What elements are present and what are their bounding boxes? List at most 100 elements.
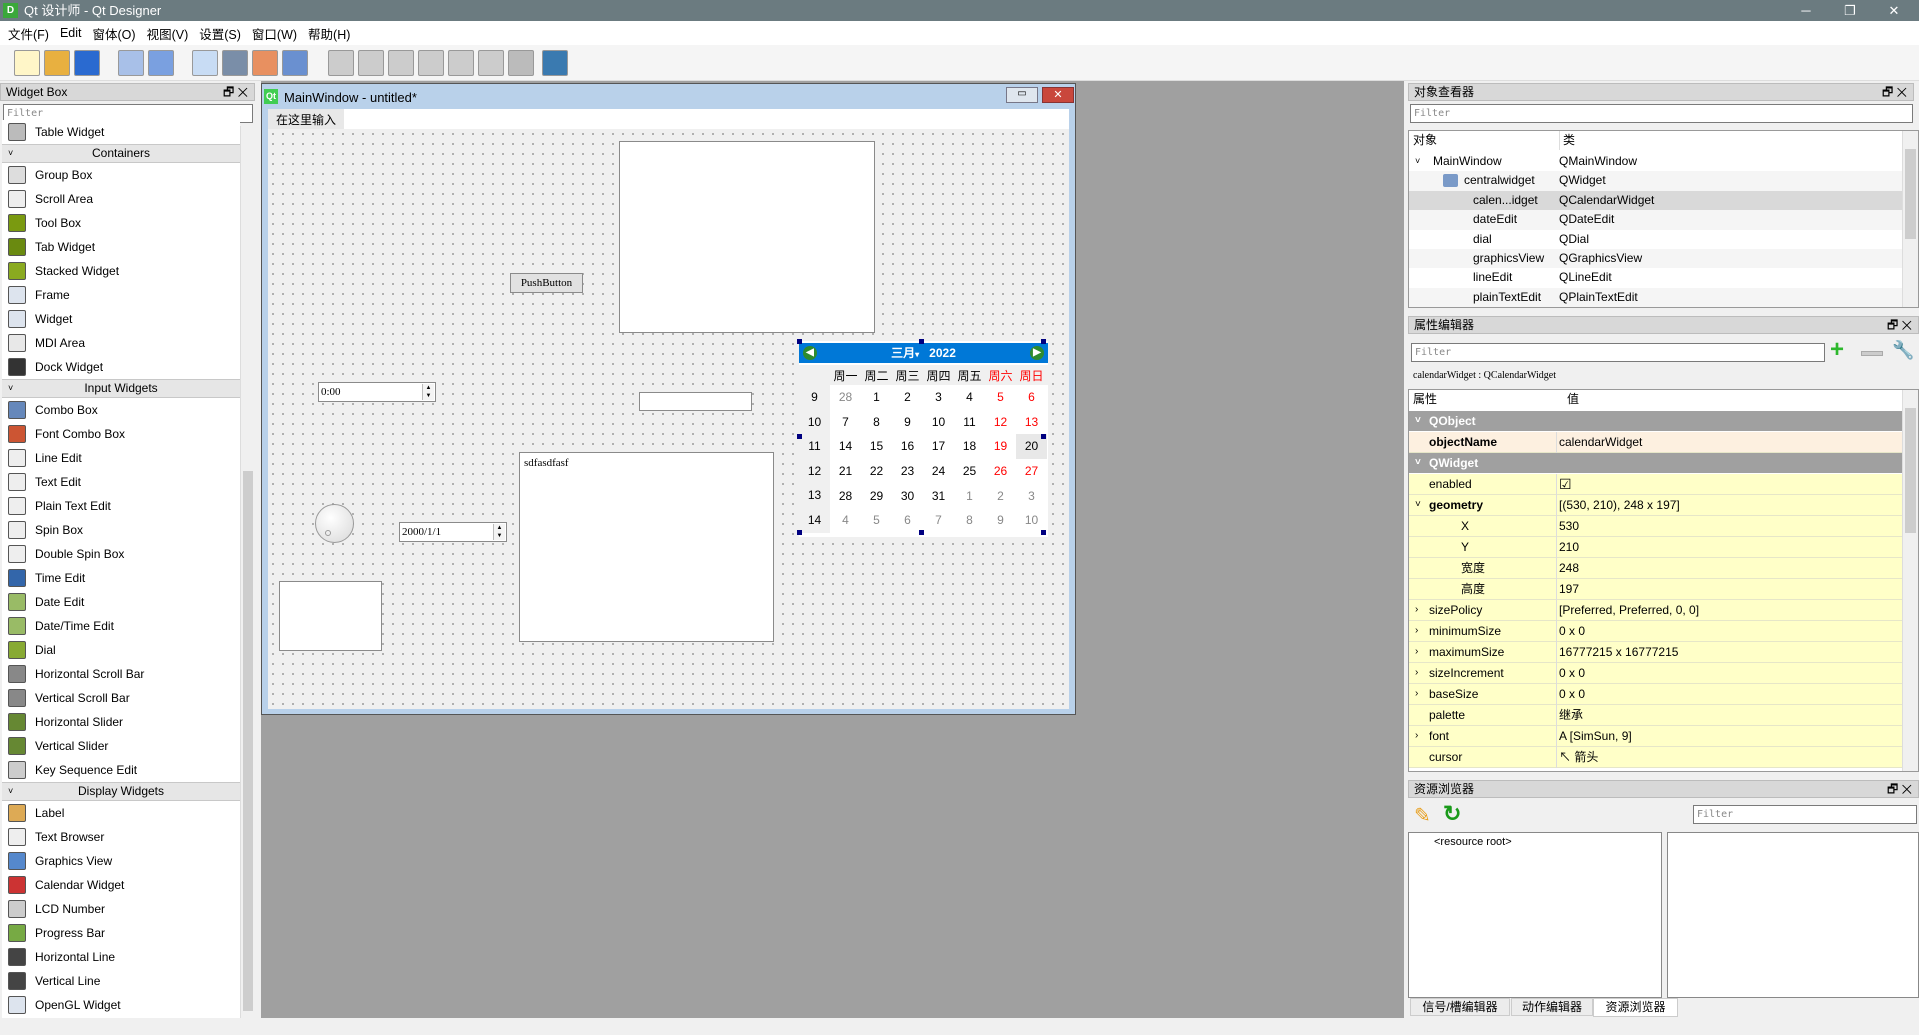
- date-edit[interactable]: 2000/1/1 ▲ ▼: [399, 522, 507, 542]
- widget-box-item[interactable]: Vertical Slider: [2, 734, 240, 758]
- widget-box-item[interactable]: Tab Widget: [2, 235, 240, 259]
- edit-resources-pencil-icon[interactable]: ✎: [1414, 803, 1431, 828]
- calendar-day[interactable]: 27: [1016, 464, 1047, 478]
- edit-signals-slots-icon[interactable]: [222, 50, 248, 76]
- calendar-day[interactable]: 23: [892, 464, 923, 478]
- minimize-button[interactable]: ─: [1786, 0, 1826, 21]
- layout-vertical-splitter-icon[interactable]: [418, 50, 444, 76]
- selection-handle[interactable]: [1041, 530, 1046, 535]
- selection-handle[interactable]: [797, 530, 802, 535]
- menu-item[interactable]: 视图(V): [145, 24, 198, 43]
- property-row[interactable]: › sizeIncrement 0 x 0: [1409, 663, 1903, 684]
- calendar-day[interactable]: 8: [861, 415, 892, 429]
- widget-box-item[interactable]: Text Browser: [2, 825, 240, 849]
- configure-wrench-icon[interactable]: 🔧: [1892, 340, 1914, 361]
- reload-icon[interactable]: ↻: [1443, 801, 1461, 827]
- property-row[interactable]: Y 210: [1409, 537, 1903, 558]
- property-value[interactable]: calendarWidget: [1559, 432, 1642, 452]
- chevron-down-icon[interactable]: ˅: [8, 380, 13, 397]
- widget-box-item[interactable]: Horizontal Line: [2, 945, 240, 969]
- widget-box-scrollbar[interactable]: [240, 126, 255, 1018]
- widget-box-item[interactable]: Time Edit: [2, 566, 240, 590]
- time-edit[interactable]: 0:00 ▲ ▼: [318, 382, 436, 402]
- object-row[interactable]: lineEdit QLineEdit: [1409, 268, 1918, 287]
- widget-category-header[interactable]: ˅ Input Widgets: [2, 379, 240, 398]
- scroll-thumb[interactable]: [1905, 149, 1916, 239]
- property-row[interactable]: enabled ☑: [1409, 474, 1903, 495]
- menu-placeholder[interactable]: 在这里输入: [268, 109, 345, 129]
- prev-month-icon[interactable]: ◀: [803, 346, 817, 360]
- widget-box-item[interactable]: Text Edit: [2, 470, 240, 494]
- calendar-day[interactable]: 26: [985, 464, 1016, 478]
- calendar-day[interactable]: 21: [830, 464, 861, 478]
- widget-box-item[interactable]: Graphics View: [2, 849, 240, 873]
- bottom-tab[interactable]: 信号/槽编辑器: [1410, 998, 1510, 1016]
- scroll-thumb[interactable]: [243, 471, 253, 1011]
- widget-box-item[interactable]: Plain Text Edit: [2, 494, 240, 518]
- calendar-day[interactable]: 2: [985, 489, 1016, 503]
- menu-item[interactable]: 文件(F): [6, 24, 58, 43]
- form-minimize-button[interactable]: ▭: [1006, 87, 1038, 103]
- calendar-day[interactable]: 9: [985, 513, 1016, 527]
- property-value[interactable]: A [SimSun, 9]: [1559, 726, 1632, 746]
- chevron-down-icon[interactable]: ˅: [8, 783, 13, 800]
- menu-item[interactable]: 帮助(H): [306, 24, 359, 43]
- adjust-size-icon[interactable]: [542, 50, 568, 76]
- maximize-button[interactable]: ❐: [1830, 0, 1870, 21]
- layout-vertical-icon[interactable]: [358, 50, 384, 76]
- widget-box-item[interactable]: Calendar Widget: [2, 873, 240, 897]
- widget-box-item[interactable]: Horizontal Scroll Bar: [2, 662, 240, 686]
- property-row[interactable]: › minimumSize 0 x 0: [1409, 621, 1903, 642]
- property-row[interactable]: › baseSize 0 x 0: [1409, 684, 1903, 705]
- edit-buddies-icon[interactable]: [252, 50, 278, 76]
- property-value[interactable]: 210: [1559, 537, 1579, 557]
- widget-box-item[interactable]: Dock Widget: [2, 355, 240, 379]
- chevron-down-icon[interactable]: ˅: [8, 145, 13, 162]
- push-button[interactable]: PushButton: [510, 273, 583, 293]
- selection-handle[interactable]: [1041, 339, 1046, 344]
- remove-property-icon[interactable]: [1861, 351, 1883, 356]
- property-value[interactable]: 0 x 0: [1559, 684, 1585, 704]
- calendar-day[interactable]: 14: [830, 439, 861, 453]
- calendar-day[interactable]: 28: [830, 489, 861, 503]
- calendar-day[interactable]: 2: [892, 390, 923, 404]
- calendar-day[interactable]: 1: [954, 489, 985, 503]
- calendar-day[interactable]: 19: [985, 439, 1016, 453]
- calendar-day[interactable]: 3: [1016, 489, 1047, 503]
- calendar-day[interactable]: 18: [954, 439, 985, 453]
- next-month-icon[interactable]: ▶: [1030, 346, 1044, 360]
- selection-handle[interactable]: [797, 339, 802, 344]
- widget-box-item[interactable]: Table Widget: [2, 120, 240, 144]
- property-value[interactable]: 16777215 x 16777215: [1559, 642, 1678, 662]
- property-row[interactable]: palette 继承: [1409, 705, 1903, 726]
- calendar-day[interactable]: 12: [985, 415, 1016, 429]
- widget-box-item[interactable]: Spin Box: [2, 518, 240, 542]
- property-row[interactable]: › font A [SimSun, 9]: [1409, 726, 1903, 747]
- edit-tab-order-icon[interactable]: [282, 50, 308, 76]
- property-value[interactable]: 0 x 0: [1559, 621, 1585, 641]
- plain-text-edit[interactable]: sdfasdfasf: [519, 452, 774, 642]
- object-row[interactable]: ˅ MainWindow QMainWindow: [1409, 152, 1918, 171]
- new-icon[interactable]: [14, 50, 40, 76]
- panel-buttons[interactable]: 🗗 ✕: [1887, 317, 1912, 334]
- property-row[interactable]: objectName calendarWidget: [1409, 432, 1903, 453]
- calendar-day[interactable]: 25: [954, 464, 985, 478]
- object-row[interactable]: ˅centralwidgetQWidget: [1409, 171, 1918, 191]
- calendar-day[interactable]: 5: [985, 390, 1016, 404]
- menu-item[interactable]: 窗口(W): [250, 24, 306, 43]
- widget-box-item[interactable]: Tool Box: [2, 211, 240, 235]
- selection-handle[interactable]: [919, 530, 924, 535]
- calendar-day[interactable]: 5: [861, 513, 892, 527]
- calendar-day[interactable]: 9: [892, 415, 923, 429]
- property-value[interactable]: ↖ 箭头: [1559, 747, 1598, 767]
- property-value[interactable]: [Preferred, Preferred, 0, 0]: [1559, 600, 1699, 620]
- add-dynamic-property-icon[interactable]: +: [1830, 338, 1844, 362]
- widget-box-item[interactable]: Key Sequence Edit: [2, 758, 240, 782]
- object-row[interactable]: plainTextEdit QPlainTextEdit: [1409, 287, 1918, 307]
- property-row[interactable]: cursor ↖ 箭头: [1409, 747, 1903, 768]
- property-row[interactable]: › maximumSize 16777215 x 16777215: [1409, 642, 1903, 663]
- property-row[interactable]: 宽度 248: [1409, 558, 1903, 579]
- panel-buttons[interactable]: 🗗 ✕: [1882, 84, 1907, 101]
- graphics-view[interactable]: [619, 141, 875, 333]
- property-row[interactable]: ˅ geometry [(530, 210), 248 x 197]: [1409, 495, 1903, 516]
